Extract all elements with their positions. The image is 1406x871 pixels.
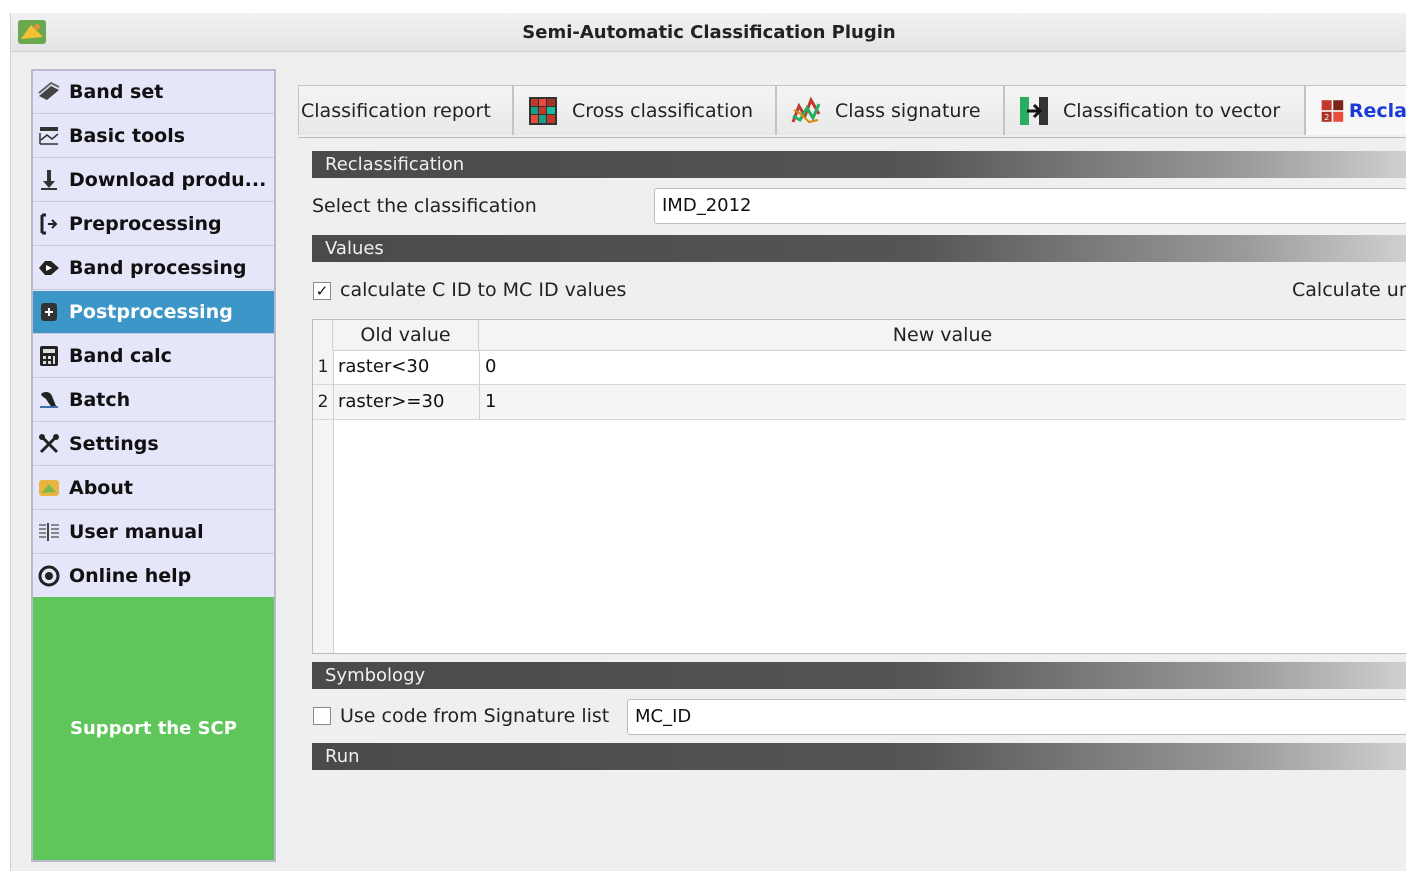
- use-code-checkbox[interactable]: [313, 707, 331, 725]
- window-title: Semi-Automatic Classification Plugin: [522, 22, 896, 43]
- sidebar-item-band-calc[interactable]: Band calc: [33, 335, 274, 378]
- reclassification-table: Old value New value 1 raster<30 0 2 rast…: [312, 319, 1406, 654]
- sidebar-item-batch[interactable]: Batch: [33, 379, 274, 422]
- calculator-icon: [37, 344, 61, 368]
- tab-class-signature[interactable]: Class signature: [776, 85, 1004, 135]
- manual-icon: [37, 520, 61, 544]
- old-value-cell[interactable]: raster>=30: [338, 385, 478, 419]
- calculate-cid-checkbox[interactable]: ✓: [313, 282, 331, 300]
- row-number: 1: [313, 350, 334, 384]
- reclassification-icon: 2: [1321, 99, 1344, 122]
- section-title: Values: [325, 238, 384, 259]
- sidebar-item-settings[interactable]: Settings: [33, 423, 274, 466]
- tab-label: Class signature: [835, 99, 981, 122]
- sidebar-item-label: Download produ...: [69, 169, 267, 191]
- postprocessing-icon: [37, 300, 61, 324]
- support-scp-button[interactable]: Support the SCP: [33, 597, 274, 860]
- new-value-cell[interactable]: 0: [485, 350, 1385, 384]
- table-corner: [313, 320, 333, 350]
- use-code-label: Use code from Signature list: [340, 705, 610, 727]
- tab-label: Cross classification: [572, 99, 754, 122]
- sidebar-item-band-set[interactable]: Band set: [33, 71, 274, 114]
- section-header-run: Run: [312, 743, 1406, 770]
- tab-classification-to-vector[interactable]: Classification to vector: [1004, 85, 1305, 135]
- sidebar-item-download-products[interactable]: Download produ...: [33, 159, 274, 202]
- section-title: Run: [325, 746, 360, 767]
- sidebar-item-label: Band calc: [69, 345, 172, 367]
- tab-cross-classification[interactable]: Cross classification: [513, 85, 776, 135]
- band-processing-icon: [37, 256, 61, 280]
- calculate-unique-button[interactable]: Calculate ur: [1292, 279, 1406, 301]
- basic-tools-icon: [37, 124, 61, 148]
- sidebar-item-label: Basic tools: [69, 125, 186, 147]
- section-header-symbology: Symbology: [312, 662, 1406, 689]
- sidebar-item-label: Postprocessing: [69, 301, 233, 323]
- support-scp-label: Support the SCP: [70, 718, 237, 739]
- sidebar-item-label: Band processing: [69, 257, 247, 279]
- tab-classification-report[interactable]: Classification report: [298, 85, 513, 135]
- calculate-cid-label: calculate C ID to MC ID values: [340, 279, 627, 301]
- tab-label: Classification to vector: [1063, 99, 1281, 122]
- sidebar-item-label: About: [69, 477, 133, 499]
- table-row[interactable]: 1 raster<30 0: [313, 350, 1406, 385]
- class-signature-icon: [791, 95, 821, 123]
- new-value-cell[interactable]: 1: [485, 385, 1385, 419]
- sidebar-item-postprocessing[interactable]: Postprocessing: [33, 291, 274, 334]
- header-new-value[interactable]: New value: [479, 320, 1406, 350]
- batch-icon: [37, 388, 61, 412]
- sidebar-item-preprocessing[interactable]: Preprocessing: [33, 203, 274, 246]
- sidebar-item-label: Preprocessing: [69, 213, 222, 235]
- plugin-window: Semi-Automatic Classification Plugin Ban…: [10, 13, 1406, 871]
- select-classification-label: Select the classification: [312, 195, 537, 217]
- sidebar-item-label: Batch: [69, 389, 131, 411]
- table-header: Old value New value: [313, 320, 1406, 351]
- sidebar-item-online-help[interactable]: Online help: [33, 555, 274, 598]
- tab-reclassification[interactable]: 2 Recla: [1305, 85, 1406, 135]
- tab-bar: Classification report Cross classificati…: [298, 85, 1406, 138]
- about-icon: [37, 476, 61, 500]
- band-set-icon: [37, 80, 61, 104]
- sidebar-item-band-processing[interactable]: Band processing: [33, 247, 274, 290]
- section-title: Reclassification: [325, 154, 465, 175]
- header-old-value[interactable]: Old value: [333, 320, 479, 350]
- tab-label: Recla: [1348, 99, 1406, 122]
- sidebar-item-about[interactable]: About: [33, 467, 274, 510]
- sidebar-item-label: Online help: [69, 565, 192, 587]
- cross-classification-icon: [529, 96, 557, 125]
- code-field-select[interactable]: MC_ID: [627, 699, 1406, 735]
- sidebar-item-label: User manual: [69, 521, 204, 543]
- sidebar: Band set Basic tools Download produ... P…: [31, 69, 276, 862]
- settings-icon: [37, 432, 61, 456]
- help-icon: [37, 564, 61, 588]
- old-value-cell[interactable]: raster<30: [338, 350, 478, 384]
- classification-to-vector-icon: [1020, 96, 1048, 125]
- download-icon: [37, 168, 61, 192]
- svg-text:2: 2: [1324, 112, 1329, 122]
- title-bar: Semi-Automatic Classification Plugin: [11, 13, 1406, 52]
- classification-select[interactable]: IMD_2012: [654, 188, 1406, 224]
- sidebar-item-label: Band set: [69, 81, 164, 103]
- row-number: 2: [313, 385, 334, 419]
- section-header-reclassification: Reclassification: [312, 151, 1406, 178]
- preprocessing-icon: [37, 212, 61, 236]
- section-header-values: Values: [312, 235, 1406, 262]
- section-title: Symbology: [325, 665, 426, 686]
- sidebar-item-user-manual[interactable]: User manual: [33, 511, 274, 554]
- sidebar-item-basic-tools[interactable]: Basic tools: [33, 115, 274, 158]
- table-row[interactable]: 2 raster>=30 1: [313, 385, 1406, 420]
- tab-label: Classification report: [301, 99, 491, 122]
- sidebar-item-label: Settings: [69, 433, 159, 455]
